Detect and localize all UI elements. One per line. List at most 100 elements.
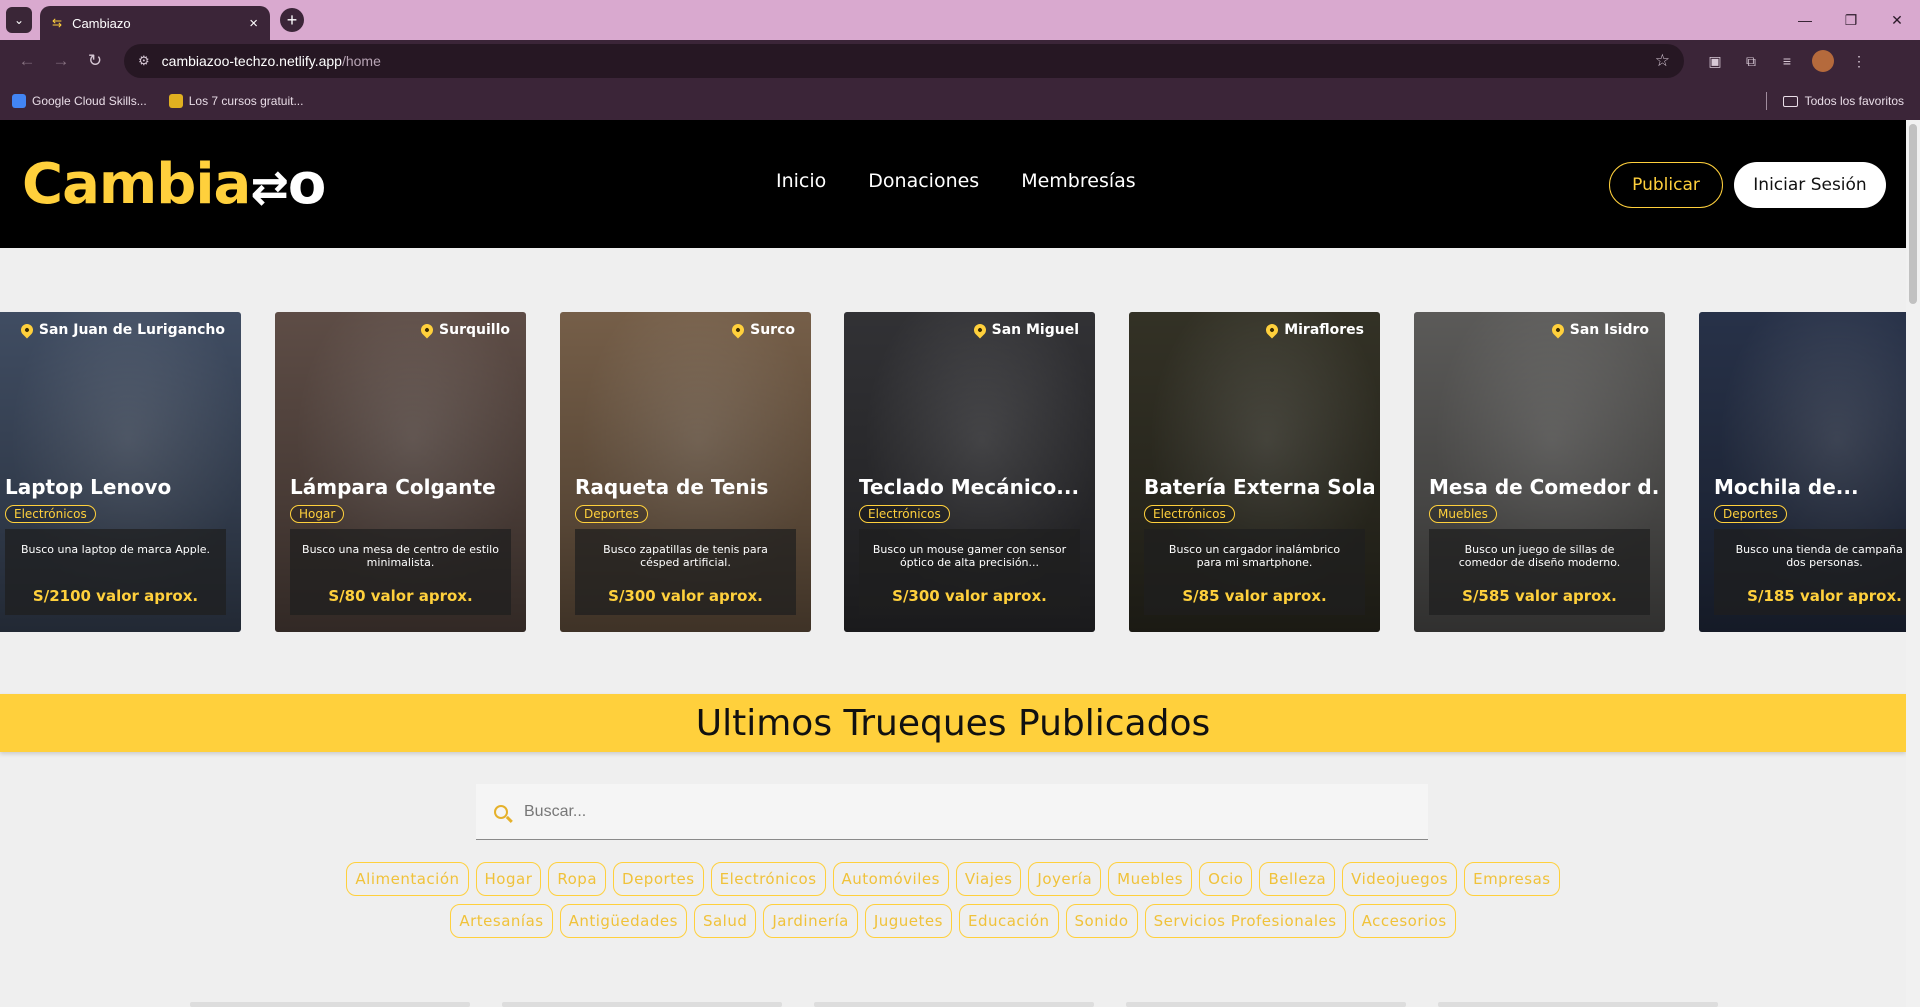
new-tab-button[interactable]: + bbox=[280, 8, 304, 32]
category-chip[interactable]: Joyería bbox=[1028, 862, 1102, 896]
card-category-badge: Electrónicos bbox=[859, 505, 950, 523]
location-text: Surquillo bbox=[439, 322, 510, 338]
logo-text: Cambia bbox=[22, 152, 251, 217]
browser-tab[interactable]: ⇆ Cambiazo × bbox=[40, 6, 270, 40]
category-chip[interactable]: Videojuegos bbox=[1342, 862, 1458, 896]
category-chip[interactable]: Sonido bbox=[1065, 904, 1138, 938]
bookmark-google-cloud[interactable]: Google Cloud Skills... bbox=[12, 94, 147, 108]
category-chip[interactable]: Deportes bbox=[613, 862, 704, 896]
category-chip[interactable]: Muebles bbox=[1108, 862, 1193, 896]
login-button[interactable]: Iniciar Sesión bbox=[1734, 162, 1886, 208]
product-card[interactable]: S Mochila de... Deportes Busco una tiend… bbox=[1699, 312, 1920, 632]
extensions-puzzle-icon[interactable]: ⧉ bbox=[1734, 44, 1768, 78]
site-info-icon[interactable]: ⚙ bbox=[138, 53, 150, 69]
category-chip[interactable]: Educación bbox=[958, 904, 1059, 938]
url-host: cambiazoo-techzo.netlify.app bbox=[161, 53, 342, 69]
category-chip[interactable]: Servicios Profesionales bbox=[1144, 904, 1346, 938]
browser-toolbar: ← → ↻ ⚙ cambiazoo-techzo.netlify.app/hom… bbox=[0, 40, 1920, 82]
category-chip[interactable]: Salud bbox=[693, 904, 757, 938]
site-header: Cambia⇄o Inicio Donaciones Membresías Pu… bbox=[0, 120, 1920, 248]
product-card[interactable]: San Isidro Mesa de Comedor d... Muebles … bbox=[1414, 312, 1665, 632]
card-category-badge: Muebles bbox=[1429, 505, 1497, 523]
card-edge bbox=[190, 1002, 470, 1007]
product-card[interactable]: Surco Raqueta de Tenis Deportes Busco za… bbox=[560, 312, 811, 632]
site-favicon-icon: ⇆ bbox=[52, 16, 63, 30]
nav-donaciones[interactable]: Donaciones bbox=[868, 170, 979, 192]
scrollbar-thumb[interactable] bbox=[1909, 124, 1917, 304]
category-chip[interactable]: Viajes bbox=[955, 862, 1022, 896]
card-edge bbox=[814, 1002, 1094, 1007]
products-carousel: San Juan de Lurigancho Laptop Lenovo Ele… bbox=[0, 312, 1920, 632]
page-scrollbar[interactable] bbox=[1906, 120, 1920, 1007]
category-chip[interactable]: Juguetes bbox=[864, 904, 952, 938]
category-chip[interactable]: Empresas bbox=[1464, 862, 1560, 896]
all-bookmarks[interactable]: Todos los favoritos bbox=[1765, 82, 1904, 120]
location-pin-icon bbox=[418, 321, 436, 339]
search-input[interactable] bbox=[524, 802, 1384, 821]
category-chip[interactable]: Ocio bbox=[1199, 862, 1253, 896]
reload-icon[interactable]: ↻ bbox=[78, 44, 112, 78]
category-chip[interactable]: Automóviles bbox=[832, 862, 949, 896]
card-category-badge: Electrónicos bbox=[1144, 505, 1235, 523]
card-category-badge: Deportes bbox=[575, 505, 648, 523]
card-category-badge: Hogar bbox=[290, 505, 345, 523]
close-window-icon[interactable]: ✕ bbox=[1874, 0, 1920, 40]
nav-inicio[interactable]: Inicio bbox=[776, 170, 826, 192]
back-icon[interactable]: ← bbox=[10, 44, 44, 78]
tab-title: Cambiazo bbox=[72, 15, 131, 31]
forward-icon[interactable]: → bbox=[44, 44, 78, 78]
restore-icon[interactable]: ❐ bbox=[1828, 0, 1874, 40]
card-info-box: Busco una laptop de marca Apple. S/2100 … bbox=[5, 529, 226, 615]
google-cloud-icon bbox=[12, 94, 26, 108]
card-description: Busco una laptop de marca Apple. bbox=[20, 543, 211, 556]
card-edge bbox=[1126, 1002, 1406, 1007]
category-chip[interactable]: Alimentación bbox=[346, 862, 469, 896]
minimize-icon[interactable]: — bbox=[1782, 0, 1828, 40]
reading-list-icon[interactable]: ≡ bbox=[1770, 44, 1804, 78]
card-info-box: Busco una mesa de centro de estilo minim… bbox=[290, 529, 511, 615]
tab-search-icon[interactable]: ⌄ bbox=[6, 7, 32, 33]
card-title: Lámpara Colgante bbox=[290, 475, 496, 499]
category-chip[interactable]: Belleza bbox=[1259, 862, 1336, 896]
product-card[interactable]: Miraflores Batería Externa Solar Electró… bbox=[1129, 312, 1380, 632]
cambiazo-logo[interactable]: Cambia⇄o bbox=[22, 150, 326, 222]
product-card[interactable]: San Miguel Teclado Mecánico... Electróni… bbox=[844, 312, 1095, 632]
close-tab-icon[interactable]: × bbox=[249, 15, 258, 32]
category-chip[interactable]: Electrónicos bbox=[710, 862, 826, 896]
folder-icon bbox=[1782, 95, 1798, 107]
browser-menu-icon[interactable]: ⋮ bbox=[1842, 44, 1876, 78]
product-card[interactable]: San Juan de Lurigancho Laptop Lenovo Ele… bbox=[0, 312, 241, 632]
publish-button[interactable]: Publicar bbox=[1609, 162, 1723, 208]
product-card[interactable]: Surquillo Lámpara Colgante Hogar Busco u… bbox=[275, 312, 526, 632]
profile-avatar[interactable] bbox=[1812, 50, 1834, 72]
bookmark-cursos[interactable]: Los 7 cursos gratuit... bbox=[168, 94, 304, 108]
location-pin-icon bbox=[971, 321, 989, 339]
bookmark-label: Los 7 cursos gratuit... bbox=[188, 94, 304, 108]
category-chip[interactable]: Jardinería bbox=[763, 904, 858, 938]
bookmarks-bar: Google Cloud Skills... Los 7 cursos grat… bbox=[0, 82, 1920, 120]
card-info-box: Busco un mouse gamer con sensor óptico d… bbox=[859, 529, 1080, 615]
category-chip[interactable]: Accesorios bbox=[1352, 904, 1456, 938]
category-chip[interactable]: Ropa bbox=[548, 862, 607, 896]
card-description: Busco una mesa de centro de estilo minim… bbox=[302, 543, 499, 569]
location-pin-icon bbox=[1263, 321, 1281, 339]
bookmark-star-icon[interactable]: ☆ bbox=[1655, 51, 1670, 71]
nav-membresias[interactable]: Membresías bbox=[1021, 170, 1135, 192]
card-edge bbox=[502, 1002, 782, 1007]
location-text: Surco bbox=[750, 322, 795, 338]
card-price: S/80 valor aprox. bbox=[328, 587, 473, 605]
extension-icon[interactable]: ▣ bbox=[1698, 44, 1732, 78]
card-description: Busco un cargador inalámbrico para mi sm… bbox=[1168, 543, 1341, 569]
card-description: Busco un juego de sillas de comedor de d… bbox=[1458, 543, 1621, 569]
card-info-box: Busco zapatillas de tenis para césped ar… bbox=[575, 529, 796, 615]
card-info-box: Busco un juego de sillas de comedor de d… bbox=[1429, 529, 1650, 615]
card-edge bbox=[1438, 1002, 1718, 1007]
card-price: S/300 valor aprox. bbox=[608, 587, 763, 605]
address-bar[interactable]: ⚙ cambiazoo-techzo.netlify.app/home ☆ bbox=[124, 44, 1684, 78]
category-chip[interactable]: Antigüedades bbox=[559, 904, 687, 938]
category-chip[interactable]: Artesanías bbox=[450, 904, 553, 938]
category-chip[interactable]: Hogar bbox=[475, 862, 542, 896]
location-pin-icon bbox=[729, 321, 747, 339]
swap-arrows-icon: ⇄ bbox=[250, 160, 289, 214]
card-location: Surquillo bbox=[418, 321, 510, 339]
